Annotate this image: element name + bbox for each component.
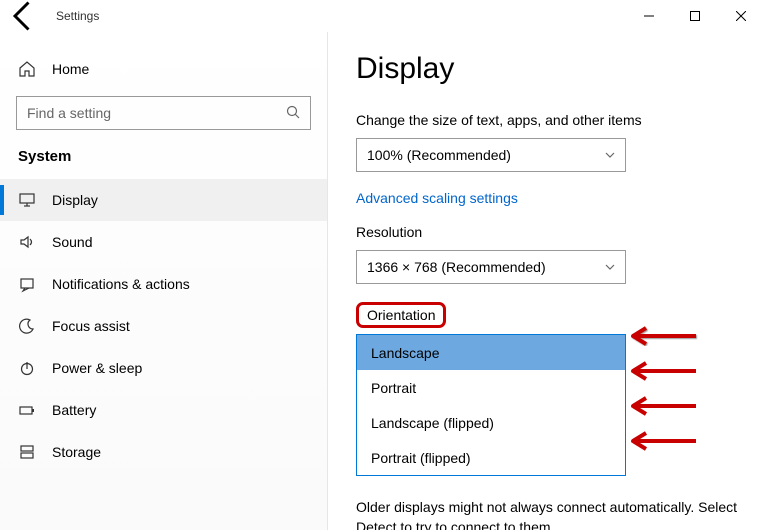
sidebar: Home Find a setting System Display Sound N… (0, 32, 328, 530)
moon-icon (18, 317, 36, 335)
app-title: Settings (56, 9, 99, 23)
resolution-value: 1366 × 768 (Recommended) (367, 259, 546, 275)
orientation-dropdown-open[interactable]: LandscapePortraitLandscape (flipped)Port… (356, 334, 626, 476)
power-icon (18, 359, 36, 377)
back-button[interactable] (6, 0, 42, 32)
search-icon (286, 105, 300, 122)
category-heading: System (0, 148, 327, 179)
nav-item-label: Battery (52, 402, 96, 418)
nav-item-label: Storage (52, 444, 101, 460)
annotation-arrow (628, 392, 698, 425)
titlebar (0, 0, 768, 32)
nav-item-focus-assist[interactable]: Focus assist (0, 305, 327, 347)
nav-item-label: Sound (52, 234, 92, 250)
arrow-left-icon (6, 0, 42, 34)
maximize-button[interactable] (672, 0, 718, 32)
nav-item-notifications-actions[interactable]: Notifications & actions (0, 263, 327, 305)
nav-item-label: Display (52, 192, 98, 208)
close-button[interactable] (718, 0, 764, 32)
orientation-label: Orientation (356, 302, 446, 328)
orientation-option[interactable]: Landscape (flipped) (357, 405, 625, 440)
chevron-down-icon (605, 262, 615, 272)
nav-item-display[interactable]: Display (0, 179, 327, 221)
search-placeholder: Find a setting (27, 105, 111, 121)
nav-item-label: Power & sleep (52, 360, 142, 376)
scale-value: 100% (Recommended) (367, 147, 511, 163)
nav-item-storage[interactable]: Storage (0, 431, 327, 473)
orientation-option[interactable]: Landscape (357, 335, 625, 370)
display-icon (18, 191, 36, 209)
content-area: Display Change the size of text, apps, a… (328, 32, 768, 530)
annotation-arrow (628, 357, 698, 390)
maximize-icon (690, 11, 700, 21)
annotation-arrow (628, 322, 698, 355)
minimize-button[interactable] (626, 0, 672, 32)
resolution-label: Resolution (356, 224, 748, 240)
home-icon (18, 60, 36, 78)
search-input[interactable]: Find a setting (16, 96, 311, 130)
annotation-arrow (628, 427, 698, 460)
orientation-option[interactable]: Portrait (357, 370, 625, 405)
close-icon (736, 11, 746, 21)
nav-item-label: Focus assist (52, 318, 130, 334)
scale-dropdown[interactable]: 100% (Recommended) (356, 138, 626, 172)
advanced-scaling-link[interactable]: Advanced scaling settings (356, 190, 748, 206)
battery-icon (18, 401, 36, 419)
home-label: Home (52, 61, 89, 77)
sound-icon (18, 233, 36, 251)
nav-item-label: Notifications & actions (52, 276, 190, 292)
storage-icon (18, 443, 36, 461)
minimize-icon (644, 11, 654, 21)
nav-item-battery[interactable]: Battery (0, 389, 327, 431)
page-title: Display (356, 52, 748, 86)
nav-item-power-sleep[interactable]: Power & sleep (0, 347, 327, 389)
notifications-icon (18, 275, 36, 293)
scale-label: Change the size of text, apps, and other… (356, 112, 748, 128)
nav-item-sound[interactable]: Sound (0, 221, 327, 263)
orientation-option[interactable]: Portrait (flipped) (357, 440, 625, 475)
chevron-down-icon (605, 150, 615, 160)
home-nav[interactable]: Home (0, 60, 327, 96)
footer-text: Older displays might not always connect … (356, 498, 748, 530)
resolution-dropdown[interactable]: 1366 × 768 (Recommended) (356, 250, 626, 284)
